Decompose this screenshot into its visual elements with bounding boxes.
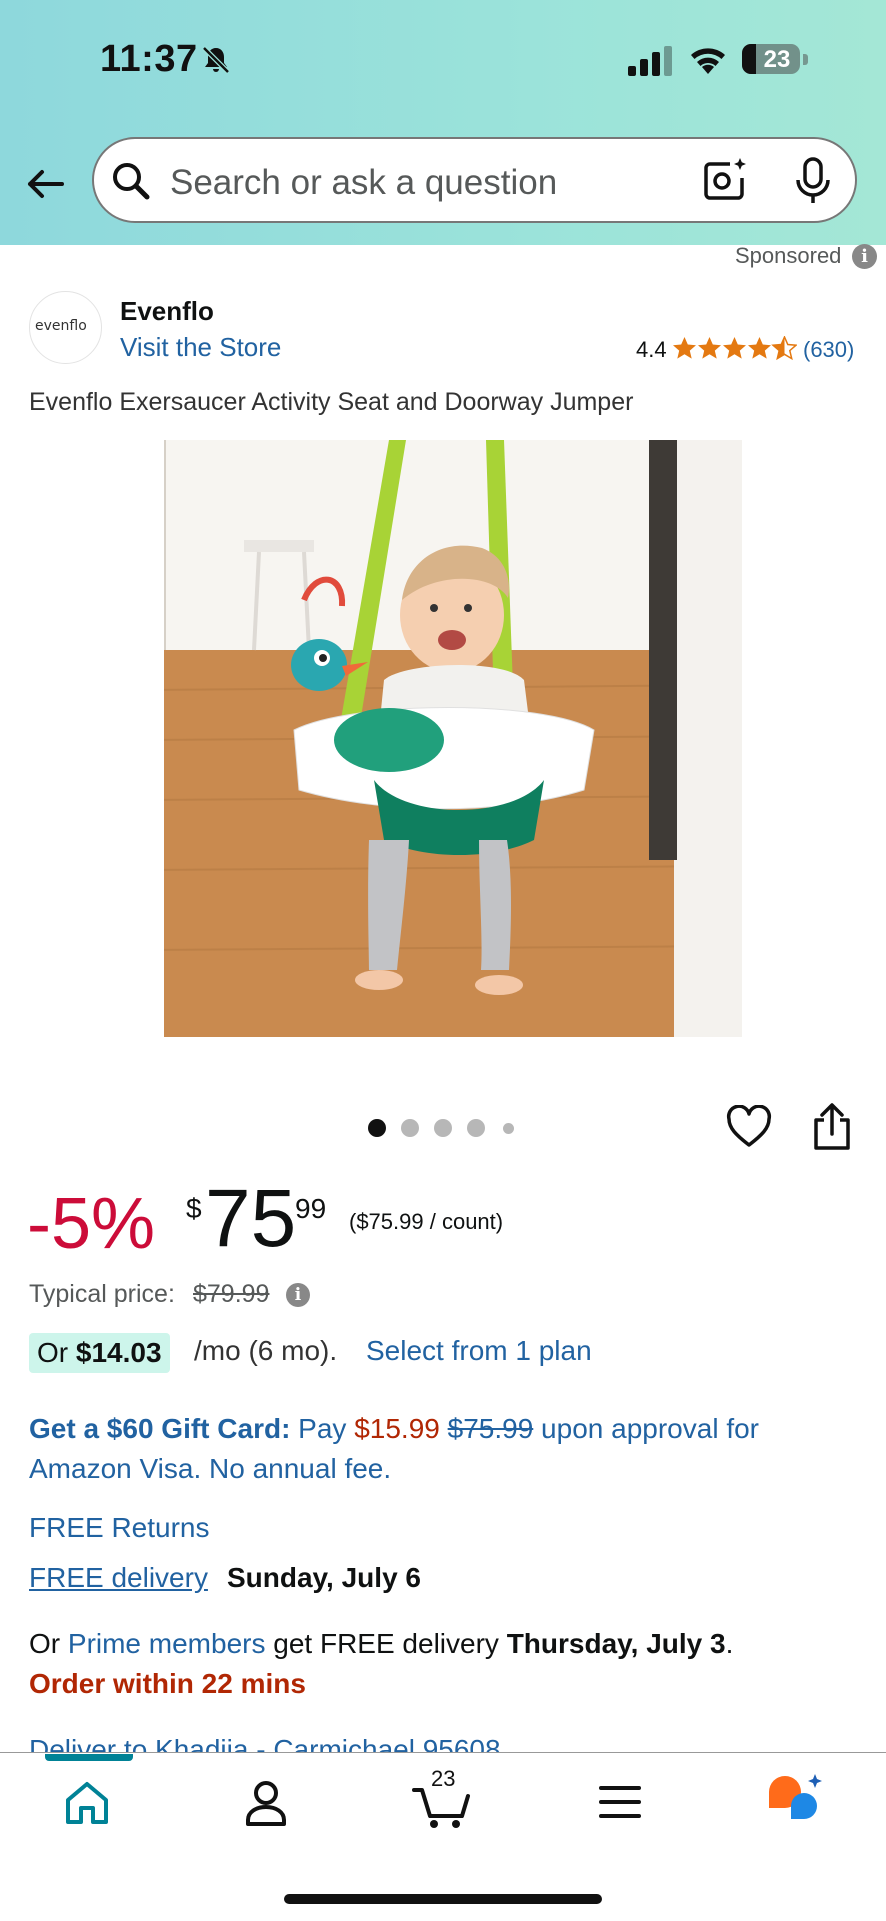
product-title[interactable]: Evenflo Exersaucer Activity Seat and Doo… <box>29 388 633 417</box>
plan-amount: $14.03 <box>75 1337 162 1368</box>
info-icon[interactable]: i <box>286 1283 310 1307</box>
price-whole: 75 <box>205 1173 297 1264</box>
gift-card-pay: Pay <box>290 1413 355 1444</box>
plan-term: /mo (6 mo). <box>194 1335 338 1366</box>
gift-card-promo-line2[interactable]: Amazon Visa. No annual fee. <box>29 1449 391 1489</box>
share-icon[interactable] <box>810 1102 854 1152</box>
microphone-icon[interactable] <box>793 156 833 206</box>
carousel-dot[interactable] <box>467 1119 485 1137</box>
gift-card-original-price: $75.99 <box>447 1413 534 1444</box>
product-image[interactable] <box>144 440 742 1037</box>
prime-delivery-date: Thursday, July 3 <box>506 1628 726 1659</box>
discount-percentage: -5% <box>27 1184 156 1264</box>
search-placeholder: Search or ask a question <box>170 163 558 202</box>
info-icon[interactable]: i <box>852 244 877 269</box>
home-icon[interactable] <box>62 1778 112 1828</box>
prime-period: . <box>725 1628 734 1659</box>
status-time: 11:37 <box>100 38 198 80</box>
carousel-dot[interactable] <box>503 1123 514 1134</box>
typical-price-label: Typical price: <box>29 1280 175 1308</box>
monthly-plan-badge: Or $14.03 <box>29 1333 170 1373</box>
heart-icon[interactable] <box>726 1105 772 1149</box>
active-tab-indicator <box>45 1754 133 1761</box>
cart-count-badge: 23 <box>431 1766 456 1791</box>
star-rating-icon[interactable] <box>672 336 797 362</box>
battery-icon: 23 <box>742 44 810 76</box>
brand-name: Evenflo <box>120 296 214 326</box>
unit-price: ($75.99 / count) <box>349 1209 504 1234</box>
cell-signal-icon <box>628 46 672 76</box>
gift-card-headline: Get a $60 Gift Card: <box>29 1413 291 1444</box>
prime-members-link[interactable]: Prime members <box>68 1628 266 1659</box>
rating-value: 4.4 <box>636 337 667 362</box>
sponsored-label: Sponsored <box>735 243 842 268</box>
brand-logo[interactable]: evenflo <box>29 291 102 364</box>
bell-muted-icon <box>202 46 230 74</box>
prime-prefix: Or <box>29 1628 68 1659</box>
prime-delivery-line: Or Prime members get FREE delivery Thurs… <box>29 1628 733 1660</box>
gift-card-promo[interactable]: Get a $60 Gift Card: Pay $15.99 $75.99 u… <box>29 1409 759 1449</box>
gift-card-price: $15.99 <box>354 1413 440 1444</box>
typical-price-value: $79.99 <box>193 1280 270 1308</box>
free-delivery-link[interactable]: FREE delivery <box>29 1562 208 1594</box>
price-currency-symbol: $ <box>186 1193 202 1224</box>
back-arrow-icon[interactable] <box>22 160 70 208</box>
brand-logo-text: evenflo <box>35 318 87 334</box>
camera-lens-icon[interactable] <box>700 156 748 204</box>
rufus-assistant-icon[interactable] <box>765 1772 825 1828</box>
home-indicator <box>284 1894 602 1904</box>
price-fraction: 99 <box>295 1193 327 1224</box>
wifi-icon <box>691 48 725 74</box>
carousel-dot[interactable] <box>434 1119 452 1137</box>
menu-icon[interactable] <box>595 1780 645 1824</box>
deliver-to-location[interactable]: Deliver to Khadija - Carmichael 95608 <box>29 1734 501 1752</box>
review-count-link[interactable]: (630) <box>803 337 854 363</box>
prime-text: get FREE delivery <box>265 1628 507 1659</box>
carousel-dot[interactable] <box>368 1119 386 1137</box>
carousel-dot[interactable] <box>401 1119 419 1137</box>
gift-card-text: upon approval for <box>533 1413 759 1444</box>
plan-prefix: Or <box>37 1337 76 1368</box>
battery-level: 23 <box>763 46 791 73</box>
free-returns-link[interactable]: FREE Returns <box>29 1512 210 1544</box>
order-countdown: Order within 22 mins <box>29 1668 306 1699</box>
search-icon <box>113 163 150 200</box>
account-icon[interactable] <box>240 1776 292 1828</box>
select-plan-link[interactable]: Select from 1 plan <box>366 1335 592 1367</box>
visit-store-link[interactable]: Visit the Store <box>120 332 281 363</box>
delivery-date: Sunday, July 6 <box>227 1562 421 1593</box>
